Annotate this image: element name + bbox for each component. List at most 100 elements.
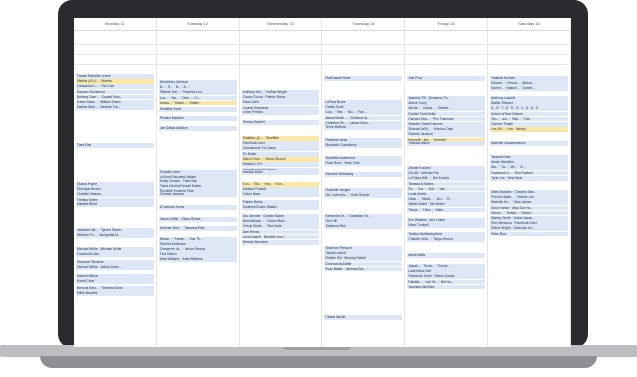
event-chip[interactable]: Breonia Woo... · Tenesha Dunn	[76, 286, 154, 291]
event-chip[interactable]: Charles Jackson	[158, 192, 237, 197]
event-chip[interactable]: SouthernCharm Walker	[241, 205, 320, 210]
event-chip[interactable]: Jawak... · Tierra... · Tresoe...	[407, 264, 486, 269]
event-chip[interactable]: Rochelle Vaughn	[324, 188, 403, 193]
event-chip[interactable]: Porsha Hasfo... · Victrise Lee	[490, 195, 568, 200]
event-chip[interactable]: Miles Morales	[76, 291, 154, 296]
event-chip[interactable]: Nikole... · Faceb... · Sue Th...	[158, 237, 237, 242]
event-chip[interactable]: Michelle Kn... · Gian James	[490, 200, 568, 205]
event-chip[interactable]: Alesia Melch... · Christina Ja...	[324, 115, 403, 121]
event-chip[interactable]: Kennedvs M... · Dantalian Th...	[324, 214, 403, 219]
event-chip[interactable]: Sin LovinoGo... · Kellv Shanie	[324, 193, 403, 198]
event-chip[interactable]: Toni Hill	[324, 219, 403, 224]
event-chip[interactable]: Shannon Persuon	[324, 246, 403, 251]
event-chip[interactable]: N... · S... · N... · A...	[158, 85, 237, 90]
event-chip[interactable]: Deanne Jackson	[407, 132, 486, 137]
event-chip[interactable]: Ron Mendoza · Facebook User	[490, 221, 568, 226]
event-chip[interactable]: LaTova Burks	[324, 100, 403, 105]
event-chip[interactable]: Kenneth McNealey	[324, 172, 403, 177]
event-chip[interactable]: Foolish Ford Nette	[407, 111, 486, 117]
event-chip[interactable]: Brenda Woodson	[241, 239, 320, 245]
event-chip[interactable]: Demetrius Johnson	[158, 80, 237, 85]
event-chip[interactable]: Dawson Dunsmoor	[76, 89, 154, 95]
event-chip[interactable]: Artia Williams · Artia Williams	[158, 257, 237, 262]
event-chip[interactable]: Neva Turnbull	[407, 223, 486, 228]
event-chip[interactable]: Lee-Sh... · Lee · Ashley...	[490, 127, 568, 132]
event-chip[interactable]: Facebook U... · Gini Hudson	[490, 170, 568, 176]
event-chip[interactable]: Yolanda Alston	[407, 141, 486, 146]
event-chip[interactable]: Janiland Har... · Tyrone Robin...	[76, 228, 154, 233]
event-chip[interactable]: Quana Payne	[76, 182, 154, 187]
event-chip[interactable]: Alexis Mcmillon	[490, 160, 568, 165]
event-chip[interactable]: Cocoa Cocoa · Patrice Barns	[241, 95, 320, 100]
event-chip[interactable]: Chakkie Velasco	[76, 192, 154, 197]
event-chip[interactable]: Brittany Cam... · Crystal Stan...	[76, 94, 154, 100]
event-chip[interactable]: Natukia Monti	[241, 170, 320, 175]
event-chip[interactable]: Terrie Mofford	[324, 125, 403, 130]
event-chip[interactable]: Ma... · Ta... · Wi... · Vi...	[490, 165, 568, 170]
event-chip[interactable]: Walter Stewart	[490, 101, 568, 106]
event-chip[interactable]: Shatifah–(4/... · Shatiffah	[241, 136, 320, 141]
event-chip[interactable]: Facebook User	[76, 252, 154, 257]
event-chip[interactable]: Yolanda Holmes	[490, 76, 568, 81]
event-chip[interactable]: Zeddie Rocked	[407, 166, 486, 171]
event-chip[interactable]: Cleara Nicole	[324, 315, 403, 320]
event-chip[interactable]: Shantee Tweet Harmon	[407, 121, 486, 127]
event-chip[interactable]: Michael White · Michael White	[76, 247, 154, 252]
event-chip[interactable]: Facebook Usert · Sierra Gonza...	[407, 274, 486, 279]
event-chip[interactable]: Julu Pruz	[407, 76, 486, 81]
event-chip[interactable]: Marla Willis	[407, 253, 486, 258]
event-chip[interactable]: Tina Dalton	[158, 252, 237, 257]
event-chip[interactable]: Cheyenne Ja... · Ikirian Ramos	[158, 247, 237, 252]
event-chip[interactable]: Noemi... · Naandi... · Domet...	[490, 86, 568, 91]
event-chip[interactable]: Rebekah Issac	[324, 138, 403, 143]
event-chip[interactable]: Loo... · Tan... · Ocie... · Cr...	[158, 95, 237, 101]
event-chip[interactable]: Arlene Curry	[407, 101, 486, 106]
event-chip[interactable]: Mo'nique Brown	[76, 187, 154, 192]
event-chip[interactable]: Robbie Dill · Beverly Rabbit	[324, 256, 403, 261]
event-chip[interactable]: Shanae LaSh... · Monica Cash	[407, 127, 486, 132]
event-chip[interactable]: Anthony Lackett	[490, 96, 568, 101]
event-chip[interactable]: Kristy Cusack · Tiara Sae	[158, 179, 237, 184]
event-chip[interactable]: Facebook User	[241, 141, 320, 146]
event-chip[interactable]: Shannon Winslow	[76, 260, 154, 265]
event-chip[interactable]: Marlanda Grandberry	[324, 143, 403, 148]
event-chip[interactable]: Eric Watkins · Arin Leiser	[407, 218, 486, 223]
event-chip[interactable]: Joe Dallas Addison	[158, 126, 237, 131]
event-chip[interactable]: Martha (4/14... · Martha	[76, 79, 154, 84]
event-chip[interactable]: Eduard... · Kevoa... · Alesra...	[490, 81, 568, 86]
event-chip[interactable]: Sierra Gran... · Sierra Shonn'l	[241, 157, 320, 162]
event-chip[interactable]: Dekon... · Tenisk... · Patrict...	[490, 210, 568, 216]
event-chip[interactable]: Carmen Moo... · Phv Thamood	[407, 116, 486, 122]
event-chip[interactable]: Carley Scott	[324, 105, 403, 110]
event-chip[interactable]: Sara Loleb	[241, 100, 320, 105]
event-chip[interactable]: Kon... · Ela... · Kric... · Kon...	[241, 182, 320, 187]
event-chip[interactable]: Sonii Horton · Ilkva Got Ho...	[490, 205, 568, 211]
event-chip[interactable]: Carmen Pastle	[490, 121, 568, 127]
event-chip[interactable]: MrsUniteach... · Cotton Marc...	[241, 219, 320, 224]
event-chip[interactable]: Stella Daniel · Kim Butler	[407, 202, 486, 207]
event-chip[interactable]: Jas Jammer · Dontini Kazee	[241, 214, 320, 219]
event-chip[interactable]: Theav... · Tvler... · Nikki...	[407, 207, 486, 213]
event-chip[interactable]: Tamika Itzaihveeyothre	[407, 232, 486, 237]
event-chip[interactable]: D'Laitrous Jones	[158, 205, 237, 210]
event-chip[interactable]: Cassandra L... · Riz Love	[76, 84, 154, 89]
event-chip[interactable]: Avel Reves	[241, 229, 320, 235]
event-chip[interactable]: Tiara Rae	[76, 143, 154, 148]
event-chip[interactable]: Adriana Puckett	[241, 187, 320, 192]
event-chip[interactable]: Tanisha Kelle	[490, 155, 568, 160]
event-chip[interactable]: Latia Marie Bell	[407, 269, 486, 274]
event-chip[interactable]: Mickey Smith · Julius Vazau...	[490, 215, 568, 221]
event-chip[interactable]: Darnell Wilson	[76, 274, 154, 279]
event-chip[interactable]: Evan Baker · Vanessa Mc...	[324, 266, 403, 272]
event-chip[interactable]: Shatiffah Issanbend	[324, 156, 403, 161]
event-chip[interactable]: Pa... · Cor... · Not... · Val...	[407, 186, 486, 192]
event-chip[interactable]: Ton... · Azi... · Wal... · Che...	[490, 116, 568, 122]
event-chip[interactable]: Chasale Grier	[158, 170, 237, 175]
event-chip[interactable]: Lexus Barrill · Michelle Kon...	[241, 234, 320, 240]
event-chip[interactable]: Alexia... · Casss... · Shante...	[407, 106, 486, 111]
event-chip[interactable]: Whitnee Fo... · Annquetta M...	[76, 233, 154, 238]
event-chip[interactable]: Keasha L Frv	[241, 162, 320, 167]
event-chip[interactable]: Lewis Perkins	[241, 110, 320, 115]
event-chip[interactable]: Chakkie Vela... · Tanya Herron	[407, 237, 486, 242]
event-chip[interactable]: DU AN · Arlando Pal...	[407, 171, 486, 176]
